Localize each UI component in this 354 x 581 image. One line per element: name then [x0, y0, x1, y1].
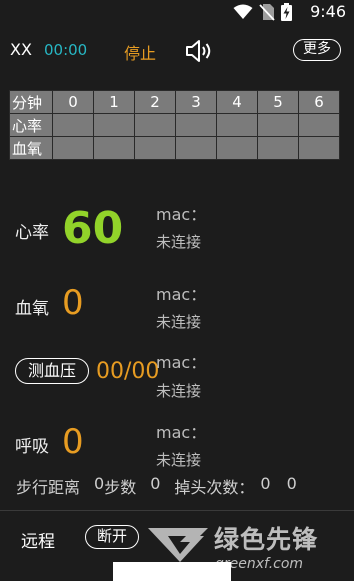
grid-cell [175, 136, 217, 160]
respiration-value: 0 [62, 422, 84, 462]
head-drop-label: 掉头次数： [174, 478, 255, 497]
speaker-icon[interactable] [184, 38, 214, 64]
status-bar: 9:46 [0, 0, 354, 24]
grid-minute-4: 4 [216, 90, 258, 114]
spo2-label: 血氧 [15, 299, 49, 319]
status-time: 9:46 [310, 2, 346, 21]
grid-cell [298, 136, 340, 160]
stop-button[interactable]: 停止 [124, 40, 156, 64]
respiration-connection-status: 未连接 [156, 451, 202, 469]
grid-header-label: 分钟 [9, 90, 53, 114]
head-drop-value: 0 [260, 474, 271, 493]
remote-label: 远程 [21, 532, 55, 552]
grid-minute-6: 6 [298, 90, 340, 114]
grid-cell [93, 113, 135, 137]
head-drop-value-secondary: 0 [286, 474, 297, 493]
user-name: XX [10, 40, 32, 59]
grid-row-label: 血氧 [9, 136, 53, 160]
heart-rate-mac-label: mac： [156, 205, 207, 224]
grid-cell [52, 113, 94, 137]
grid-cell [134, 136, 176, 160]
grid-cell [257, 113, 299, 137]
grid-cell [134, 113, 176, 137]
steps-value: 0 [150, 474, 161, 493]
grid-minute-0: 0 [52, 90, 94, 114]
distance-value: 0 [94, 474, 105, 493]
spo2-connection-status: 未连接 [156, 313, 202, 331]
grid-cell [257, 136, 299, 160]
spo2-value: 0 [62, 283, 84, 323]
grid-cell [93, 136, 135, 160]
disconnect-button[interactable]: 断开 [85, 525, 139, 549]
watermark-text: 绿色先锋 [214, 525, 319, 554]
heart-rate-label: 心率 [15, 223, 49, 243]
divider [0, 510, 354, 511]
grid-cell [298, 113, 340, 137]
measure-blood-pressure-button[interactable]: 测血压 [15, 358, 89, 384]
blood-pressure-value: 00/00 [96, 359, 160, 384]
spo2-mac-label: mac： [156, 285, 207, 304]
grid-minute-1: 1 [93, 90, 135, 114]
grid-row-heart-rate: 心率 [9, 113, 340, 137]
activity-stats: 步行距离 0 步数 0 掉头次数： 0 0 [16, 474, 297, 498]
bottom-panel [113, 562, 231, 581]
grid-cell [52, 136, 94, 160]
grid-minute-2: 2 [134, 90, 176, 114]
blood-pressure-mac-label: mac： [156, 353, 207, 372]
more-button[interactable]: 更多 [293, 39, 341, 61]
grid-cell [216, 136, 258, 160]
grid-header-row: 分钟 0 1 2 3 4 5 6 [9, 90, 340, 114]
respiration-label: 呼吸 [15, 437, 49, 457]
grid-row-label: 心率 [9, 113, 53, 137]
distance-label: 步行距离 [16, 478, 81, 497]
no-sim-icon [259, 4, 275, 21]
battery-charging-icon [281, 3, 292, 21]
top-bar: XX 00:00 停止 更多 [0, 36, 354, 66]
heart-rate-value: 60 [62, 203, 124, 254]
grid-cell [216, 113, 258, 137]
respiration-mac-label: mac： [156, 423, 207, 442]
watermark-logo-icon [148, 528, 208, 562]
blood-pressure-connection-status: 未连接 [156, 382, 202, 400]
grid-minute-5: 5 [257, 90, 299, 114]
heart-rate-connection-status: 未连接 [156, 233, 202, 251]
grid-cell [175, 113, 217, 137]
status-icons [233, 3, 292, 21]
minute-grid: 分钟 0 1 2 3 4 5 6 心率 血氧 [9, 90, 340, 160]
grid-row-spo2: 血氧 [9, 136, 340, 160]
steps-label: 步数 [104, 478, 137, 497]
session-timer: 00:00 [44, 41, 88, 59]
wifi-icon [233, 4, 253, 19]
grid-minute-3: 3 [175, 90, 217, 114]
